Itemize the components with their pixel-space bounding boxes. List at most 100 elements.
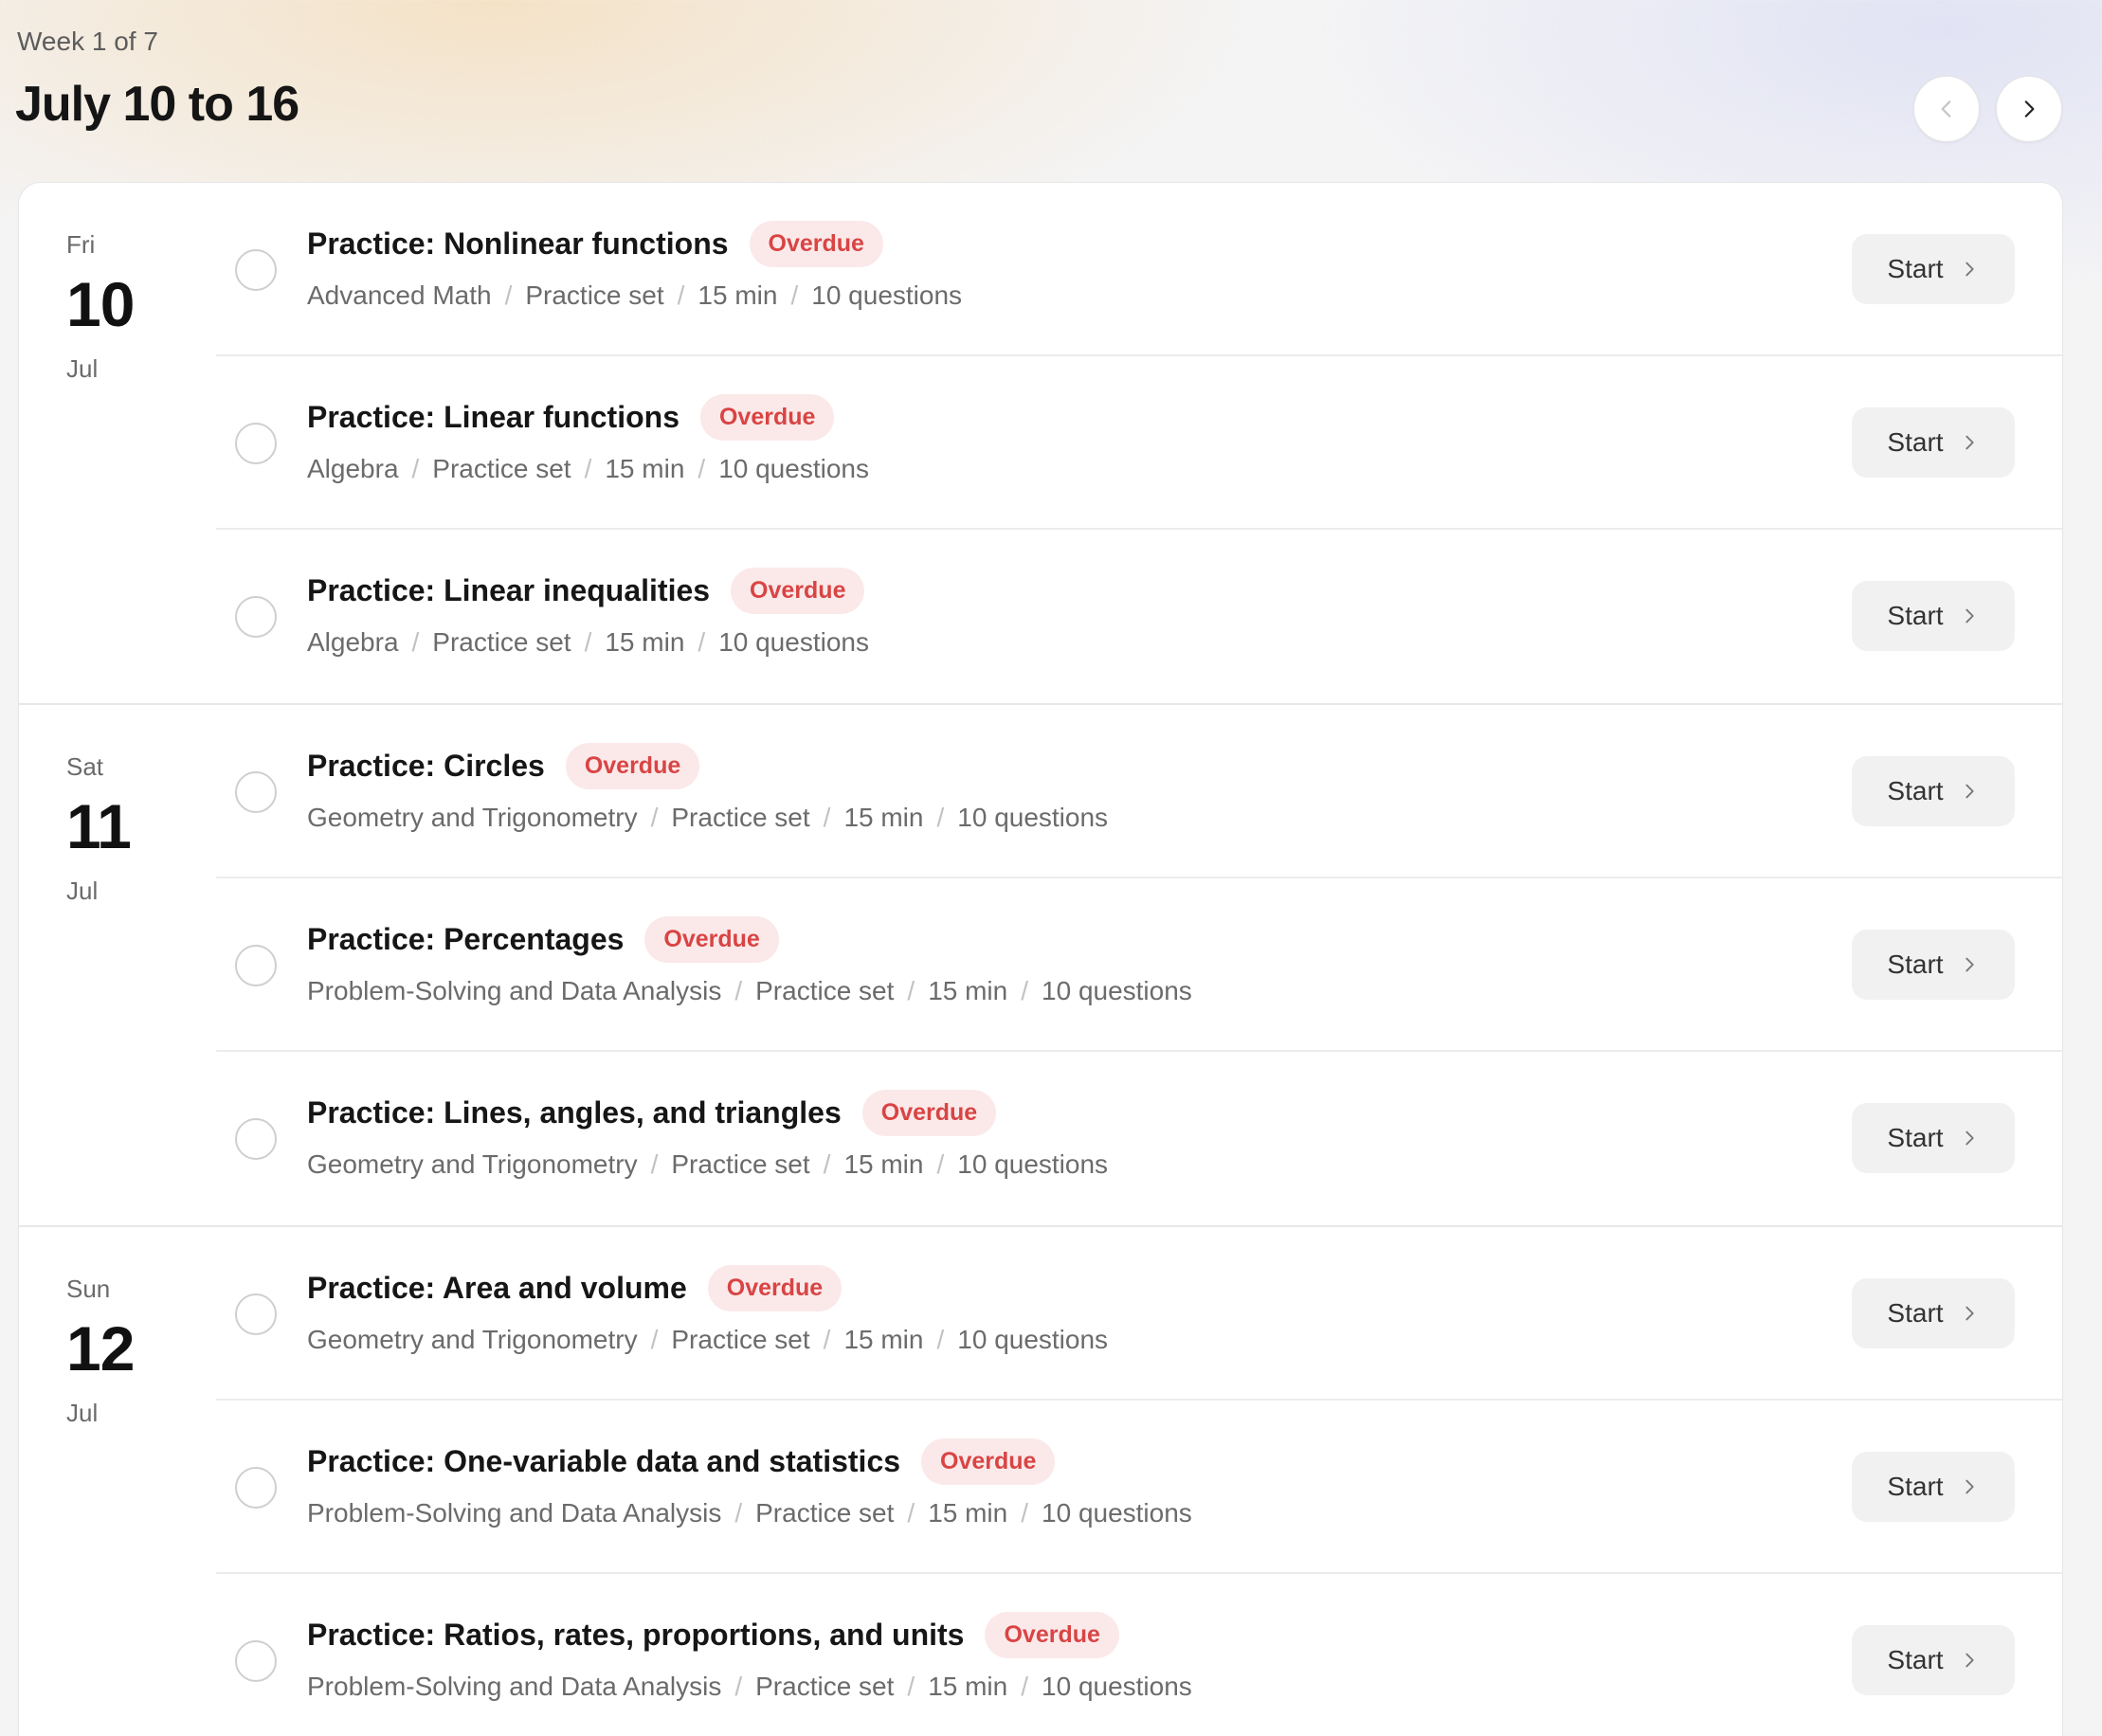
meta-item: 10 questions xyxy=(1042,1498,1192,1528)
chevron-right-icon xyxy=(1965,262,1974,277)
task-complete-checkbox[interactable] xyxy=(235,423,277,464)
day-month: Jul xyxy=(66,354,99,383)
task-meta: Problem-Solving and Data Analysis / Practi… xyxy=(307,976,1192,1006)
start-button-label: Start xyxy=(1887,601,1944,630)
task-title[interactable]: Practice: Lines, angles, and triangles xyxy=(307,1095,842,1130)
task-meta: Algebra / Practice set / 15 min / 10 questions xyxy=(307,627,869,658)
task-title[interactable]: Practice: Circles xyxy=(307,749,545,784)
task-complete-checkbox[interactable] xyxy=(235,945,277,986)
task-title[interactable]: Practice: Nonlinear functions xyxy=(307,226,729,262)
meta-item: 10 questions xyxy=(957,1325,1109,1354)
meta-item: Algebra xyxy=(307,454,399,483)
meta-item: Geometry and Trigonometry xyxy=(307,1149,638,1179)
meta-separator: / xyxy=(584,627,592,657)
schedule-card: Fri 10 Jul Practice: Nonlinear functions Ove… xyxy=(18,182,2063,1736)
meta-item: Practice set xyxy=(671,803,810,832)
task-title[interactable]: Practice: Percentages xyxy=(307,922,624,957)
task-complete-checkbox[interactable] xyxy=(235,1640,277,1682)
start-button[interactable]: Start xyxy=(1852,1278,2015,1348)
start-button[interactable]: Start xyxy=(1852,1103,2015,1173)
meta-item: Problem-Solving and Data Analysis xyxy=(307,976,722,1005)
task-complete-checkbox[interactable] xyxy=(235,596,277,638)
task-title[interactable]: Practice: Linear inequalities xyxy=(307,573,710,608)
meta-item: Practice set xyxy=(755,976,895,1005)
day-of-week: Sat xyxy=(66,752,104,781)
chevron-right-icon xyxy=(1965,957,1974,972)
task-title[interactable]: Practice: One-variable data and statisti… xyxy=(307,1444,900,1479)
meta-item: 10 questions xyxy=(1042,976,1192,1005)
task-row: Practice: Nonlinear functions Overdue Adva… xyxy=(216,183,2062,356)
overdue-badge: Overdue xyxy=(699,394,835,441)
meta-separator: / xyxy=(734,976,743,1005)
task-title[interactable]: Practice: Ratios, rates, proportions, an… xyxy=(307,1618,964,1653)
start-button[interactable]: Start xyxy=(1852,1452,2015,1522)
start-button-label: Start xyxy=(1887,254,1944,283)
start-button[interactable]: Start xyxy=(1852,930,2015,1000)
start-button[interactable]: Start xyxy=(1852,1625,2015,1695)
day-section: Fri 10 Jul Practice: Nonlinear functions Ove… xyxy=(19,183,2062,705)
task-row: Practice: Percentages Overdue Problem-Solv… xyxy=(216,878,2062,1052)
day-number: 11 xyxy=(66,791,132,861)
day-month: Jul xyxy=(66,877,99,905)
meta-item: 15 min xyxy=(843,1325,924,1354)
overdue-badge: Overdue xyxy=(861,1090,997,1136)
meta-item: 10 questions xyxy=(718,627,869,657)
overdue-badge: Overdue xyxy=(731,568,865,614)
meta-item: Problem-Solving and Data Analysis xyxy=(307,1498,722,1528)
page-title: July 10 to 16 xyxy=(15,77,299,132)
meta-item: 15 min xyxy=(928,1498,1008,1528)
task-title-row: Practice: Area and volume Overdue xyxy=(307,1265,843,1311)
meta-separator: / xyxy=(1021,1498,1029,1528)
task-title[interactable]: Practice: Linear functions xyxy=(307,400,680,435)
day-number: 12 xyxy=(66,1313,135,1383)
start-button[interactable]: Start xyxy=(1852,756,2015,826)
meta-item: Practice set xyxy=(525,280,664,310)
meta-item: 10 questions xyxy=(957,803,1109,832)
meta-item: Practice set xyxy=(755,1498,895,1528)
start-button-label: Start xyxy=(1887,776,1944,805)
meta-item: Practice set xyxy=(671,1325,810,1354)
meta-separator: / xyxy=(790,280,799,310)
meta-separator: / xyxy=(650,803,659,832)
start-button-label: Start xyxy=(1887,427,1944,457)
start-button[interactable]: Start xyxy=(1852,234,2015,304)
meta-separator: / xyxy=(1021,1672,1029,1701)
task-meta: Geometry and Trigonometry / Practice set / 1… xyxy=(307,803,1108,833)
week-label: Week 1 of 7 xyxy=(17,27,158,56)
meta-item: 15 min xyxy=(605,454,685,483)
task-title-row: Practice: Linear inequalities Overdue xyxy=(307,568,865,614)
day-date: Fri 10 Jul xyxy=(66,230,180,384)
chevron-left-icon xyxy=(1941,100,1951,118)
next-week-button[interactable] xyxy=(1996,76,2062,142)
overdue-badge: Overdue xyxy=(749,221,883,267)
start-button[interactable]: Start xyxy=(1852,407,2015,478)
day-section: Sun 12 Jul Practice: Area and volume Overdue… xyxy=(19,1227,2062,1736)
meta-separator: / xyxy=(411,454,420,483)
previous-week-button[interactable] xyxy=(1913,76,1980,142)
task-complete-checkbox[interactable] xyxy=(235,1467,277,1509)
day-section: Sat 11 Jul Practice: Circles Overdue Geometry… xyxy=(19,705,2062,1227)
meta-item: 10 questions xyxy=(1042,1672,1192,1701)
task-title[interactable]: Practice: Area and volume xyxy=(307,1271,687,1306)
meta-item: 15 min xyxy=(698,280,778,310)
overdue-badge: Overdue xyxy=(985,1612,1119,1658)
task-complete-checkbox[interactable] xyxy=(235,1293,277,1335)
task-complete-checkbox[interactable] xyxy=(235,771,277,813)
day-date: Sat 11 Jul xyxy=(66,752,180,906)
task-meta: Advanced Math / Practice set / 15 min / 10 que… xyxy=(307,280,962,311)
chevron-right-icon xyxy=(1965,1479,1974,1494)
task-complete-checkbox[interactable] xyxy=(235,1118,277,1160)
meta-item: Practice set xyxy=(671,1149,810,1179)
meta-item: 10 questions xyxy=(811,280,963,310)
meta-separator: / xyxy=(650,1149,659,1179)
day-of-week: Fri xyxy=(66,230,96,259)
task-title-row: Practice: Lines, angles, and triangles Ov… xyxy=(307,1090,997,1136)
start-button-label: Start xyxy=(1887,1298,1944,1328)
meta-item: Practice set xyxy=(755,1672,895,1701)
meta-separator: / xyxy=(823,803,831,832)
meta-separator: / xyxy=(698,454,706,483)
task-complete-checkbox[interactable] xyxy=(235,249,277,291)
meta-separator: / xyxy=(1021,976,1029,1005)
start-button[interactable]: Start xyxy=(1852,581,2015,651)
meta-item: 15 min xyxy=(843,803,924,832)
